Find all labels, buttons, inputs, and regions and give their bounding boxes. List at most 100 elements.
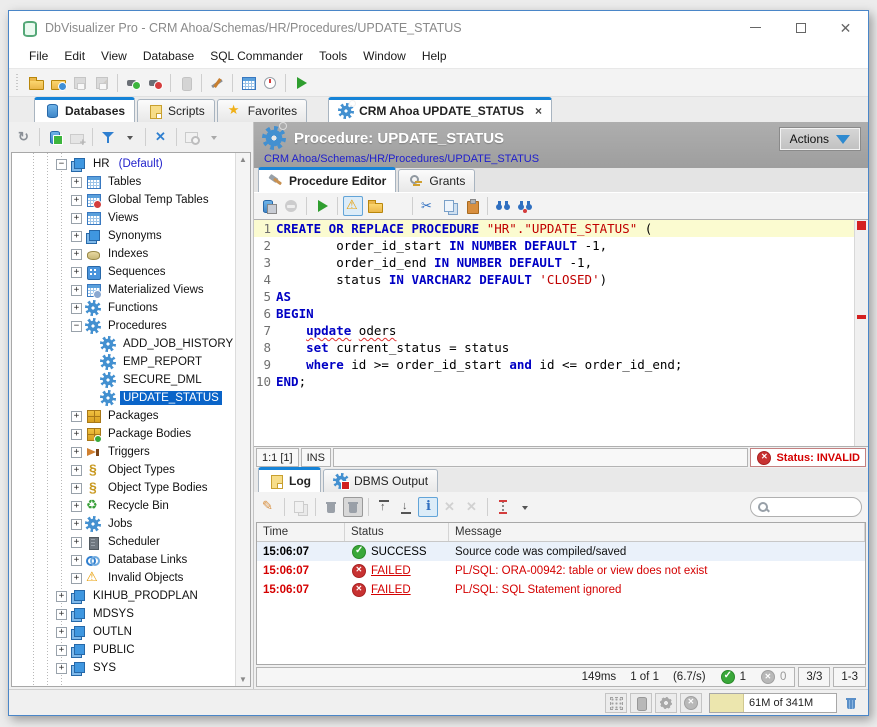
code-line-2[interactable]: 2 order_id_start IN NUMBER DEFAULT -1,: [254, 237, 854, 254]
copy-button[interactable]: [440, 196, 460, 216]
menu-window[interactable]: Window: [355, 46, 414, 66]
tree-item-functions[interactable]: +Functions: [12, 299, 235, 317]
tab-favorites[interactable]: Favorites: [217, 99, 307, 122]
menu-view[interactable]: View: [93, 46, 135, 66]
save-button[interactable]: [70, 73, 90, 93]
tree-item-tables[interactable]: +Tables: [12, 173, 235, 191]
tree-item-views[interactable]: +Views: [12, 209, 235, 227]
tab-databases[interactable]: Databases: [34, 97, 135, 122]
memory-indicator[interactable]: 61M of 341M: [709, 693, 837, 713]
error-stripe[interactable]: [854, 220, 868, 446]
task-status-button[interactable]: [655, 693, 677, 713]
grid-button[interactable]: [238, 73, 258, 93]
collapse-icon[interactable]: −: [56, 159, 67, 170]
tab-grants[interactable]: Grants: [398, 169, 475, 192]
tree-item-kihub-prodplan[interactable]: +KIHUB_PRODPLAN: [12, 587, 235, 605]
expand-icon[interactable]: +: [71, 411, 82, 422]
expand-icon[interactable]: +: [71, 303, 82, 314]
expand-icon[interactable]: +: [71, 285, 82, 296]
tree-item-object-types[interactable]: +Object Types: [12, 461, 235, 479]
tree-item-public[interactable]: +PUBLIC: [12, 641, 235, 659]
warn-button[interactable]: [343, 196, 363, 216]
code-line-3[interactable]: 3 order_id_end IN NUMBER DEFAULT -1,: [254, 254, 854, 271]
expand-icon[interactable]: +: [71, 267, 82, 278]
expand-icon[interactable]: +: [71, 555, 82, 566]
code-line-10[interactable]: 10END;: [254, 373, 854, 390]
log-row[interactable]: 15:06:07SUCCESSSource code was compiled/…: [257, 542, 865, 561]
tab-close-icon[interactable]: ×: [535, 104, 542, 118]
code-line-1[interactable]: 1CREATE OR REPLACE PROCEDURE "HR"."UPDAT…: [254, 220, 854, 237]
expand-icon[interactable]: +: [56, 609, 67, 620]
menu-file[interactable]: File: [21, 46, 56, 66]
disconnect-button[interactable]: [145, 73, 165, 93]
expand-icon[interactable]: +: [71, 519, 82, 530]
tab-dbms-output[interactable]: DBMS Output: [323, 469, 438, 492]
tree-item-secure-dml[interactable]: SECURE_DML: [12, 371, 235, 389]
log-row[interactable]: 15:06:07FAILEDPL/SQL: SQL Statement igno…: [257, 580, 865, 599]
scroll-top-button[interactable]: [374, 497, 394, 517]
log-row[interactable]: 15:06:07FAILEDPL/SQL: ORA-00942: table o…: [257, 561, 865, 580]
tree-item-object-type-bodies[interactable]: +Object Type Bodies: [12, 479, 235, 497]
tree-item-hr[interactable]: −HR(Default): [12, 155, 235, 173]
collapse-all-button[interactable]: [151, 127, 171, 147]
db-add-button[interactable]: [45, 127, 65, 147]
save-as-button[interactable]: [92, 73, 112, 93]
close-button[interactable]: ✕: [823, 11, 868, 44]
tree-item-emp-report[interactable]: EMP_REPORT: [12, 353, 235, 371]
save-db-button[interactable]: [259, 196, 279, 216]
trash-button[interactable]: [343, 497, 363, 517]
tree-item-global-temp-tables[interactable]: +Global Temp Tables: [12, 191, 235, 209]
tree-item-add-job-history[interactable]: ADD_JOB_HISTORY: [12, 335, 235, 353]
log-search-field[interactable]: [750, 497, 862, 517]
tree-item-sys[interactable]: +SYS: [12, 659, 235, 677]
expand-icon[interactable]: +: [71, 195, 82, 206]
tree-item-synonyms[interactable]: +Synonyms: [12, 227, 235, 245]
tree-item-indexes[interactable]: +Indexes: [12, 245, 235, 263]
open-folder-button[interactable]: [365, 196, 385, 216]
garbage-collect-button[interactable]: [841, 693, 861, 713]
column-header-status[interactable]: Status: [345, 523, 449, 541]
tab-log[interactable]: Log: [258, 467, 321, 492]
find-replace-button[interactable]: [515, 196, 535, 216]
menu-help[interactable]: Help: [414, 46, 455, 66]
expand-icon[interactable]: +: [71, 177, 82, 188]
error-marker-line7[interactable]: [857, 315, 866, 319]
trash-button[interactable]: [321, 497, 341, 517]
scroll-down-icon[interactable]: ▼: [239, 675, 247, 684]
scroll-bottom-button[interactable]: [396, 497, 416, 517]
tree-item-jobs[interactable]: +Jobs: [12, 515, 235, 533]
menu-database[interactable]: Database: [135, 46, 202, 66]
tab-procedure-editor[interactable]: Procedure Editor: [258, 167, 396, 192]
expand-button[interactable]: [440, 497, 460, 517]
tab-object-editor[interactable]: CRM Ahoa UPDATE_STATUS ×: [328, 97, 552, 122]
refresh-button[interactable]: [14, 127, 34, 147]
menu-tools[interactable]: Tools: [311, 46, 355, 66]
expand-icon[interactable]: +: [71, 429, 82, 440]
cut-button[interactable]: [418, 196, 438, 216]
log-search-input[interactable]: [771, 500, 851, 514]
folder-add-button[interactable]: [67, 127, 87, 147]
expand-icon[interactable]: +: [71, 447, 82, 458]
expand-icon[interactable]: +: [71, 573, 82, 584]
sql-code-editor[interactable]: 1CREATE OR REPLACE PROCEDURE "HR"."UPDAT…: [254, 219, 868, 447]
code-line-5[interactable]: 5AS: [254, 288, 854, 305]
tree-item-procedures[interactable]: −Procedures: [12, 317, 235, 335]
expand-icon[interactable]: +: [71, 231, 82, 242]
tree-item-packages[interactable]: +Packages: [12, 407, 235, 425]
menu-edit[interactable]: Edit: [56, 46, 93, 66]
paste-button[interactable]: [462, 196, 482, 216]
collapse2-button[interactable]: [462, 497, 482, 517]
grid-status-button[interactable]: [605, 693, 627, 713]
code-line-9[interactable]: 9 where id >= order_id_start and id <= o…: [254, 356, 854, 373]
caret-button[interactable]: [204, 127, 224, 147]
tools-button[interactable]: [207, 73, 227, 93]
connect-button[interactable]: [123, 73, 143, 93]
expand-icon[interactable]: +: [56, 663, 67, 674]
winsearch-button[interactable]: [182, 127, 202, 147]
find-button[interactable]: [493, 196, 513, 216]
tree-item-triggers[interactable]: +Triggers: [12, 443, 235, 461]
code-line-4[interactable]: 4 status IN VARCHAR2 DEFAULT 'CLOSED'): [254, 271, 854, 288]
go-button[interactable]: [291, 73, 311, 93]
filter-button[interactable]: [98, 127, 118, 147]
maximize-button[interactable]: [778, 11, 823, 44]
